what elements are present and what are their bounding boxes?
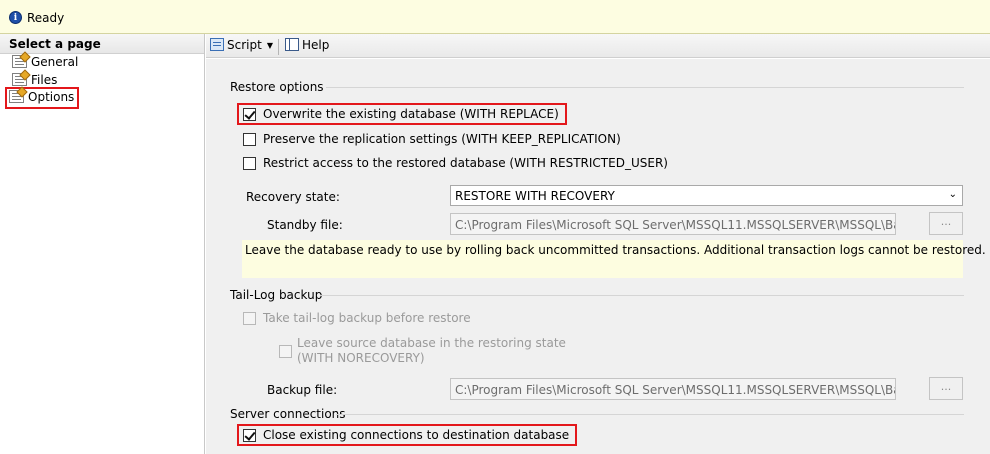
backup-file-label: Backup file: [267,383,338,397]
chevron-down-icon[interactable]: ▼ [267,41,273,50]
preserve-replication-label: Preserve the replication settings (WITH … [263,132,621,146]
standby-browse-button[interactable]: ... [929,212,963,235]
recovery-state-label: Recovery state: [246,190,340,204]
restore-options-title: Restore options [230,80,324,94]
preserve-replication-checkbox[interactable] [243,133,256,146]
backup-browse-button[interactable]: ... [929,377,963,400]
preserve-replication-row[interactable]: Preserve the replication settings (WITH … [243,132,621,150]
overwrite-checkbox-row[interactable]: Overwrite the existing database (WITH RE… [237,103,567,125]
help-label: Help [302,38,330,52]
page-item-files[interactable]: Files [10,72,60,90]
close-connections-row[interactable]: Close existing connections to destinatio… [236,424,578,446]
recovery-info-text: Leave the database ready to use by rolli… [245,243,986,257]
info-icon: i [9,11,22,24]
tail-log-title: Tail-Log backup [230,288,323,302]
page-item-general[interactable]: General [10,54,81,72]
toolbar-separator [278,39,279,55]
take-tail-log-label: Take tail-log backup before restore [263,311,471,325]
take-tail-log-row[interactable]: Take tail-log backup before restore [243,311,471,329]
script-button[interactable]: Script ▼ [210,38,273,56]
recovery-state-value: RESTORE WITH RECOVERY [455,189,615,203]
page-item-label: Options [28,90,75,104]
status-text: Ready [27,11,65,25]
overwrite-checkbox[interactable] [243,108,256,121]
group-divider [326,87,964,88]
select-page-header: Select a page [0,34,204,54]
close-connections-checkbox[interactable] [243,429,256,442]
recovery-state-select[interactable]: RESTORE WITH RECOVERY ⌄ [450,185,963,206]
restrict-access-label: Restrict access to the restored database… [263,156,668,170]
leave-source-label-line1: Leave source database in the restoring s… [297,336,566,350]
restrict-access-row[interactable]: Restrict access to the restored database… [243,156,668,174]
script-icon [210,38,224,51]
leave-source-checkbox[interactable] [279,345,292,358]
toolbar: Script ▼ Help [206,34,990,58]
help-button[interactable]: Help [285,38,329,56]
standby-file-label: Standby file: [267,218,343,232]
overwrite-label: Overwrite the existing database (WITH RE… [263,107,559,121]
options-panel: Restore options Overwrite the existing d… [206,59,990,454]
page-icon [9,90,24,103]
take-tail-log-checkbox[interactable] [243,312,256,325]
group-divider [336,414,964,415]
status-bar: i Ready [0,0,990,34]
page-icon [12,55,27,68]
leave-source-label-line2: (WITH NORECOVERY) [297,351,425,365]
group-divider [320,295,964,296]
page-item-options[interactable]: Options [4,87,80,109]
server-connections-title: Server connections [230,407,346,421]
standby-file-input[interactable]: C:\Program Files\Microsoft SQL Server\MS… [450,213,896,235]
backup-file-input[interactable]: C:\Program Files\Microsoft SQL Server\MS… [450,378,896,400]
select-page-pane: Select a page General Files Options [0,34,205,454]
page-icon [12,73,27,86]
restrict-access-checkbox[interactable] [243,157,256,170]
close-connections-label: Close existing connections to destinatio… [263,428,570,442]
chevron-down-icon[interactable]: ⌄ [949,189,957,200]
help-icon [285,38,299,51]
script-label: Script [227,38,262,52]
page-item-label: General [31,55,79,69]
recovery-info-box: Leave the database ready to use by rolli… [242,240,986,278]
page-item-label: Files [31,73,58,87]
